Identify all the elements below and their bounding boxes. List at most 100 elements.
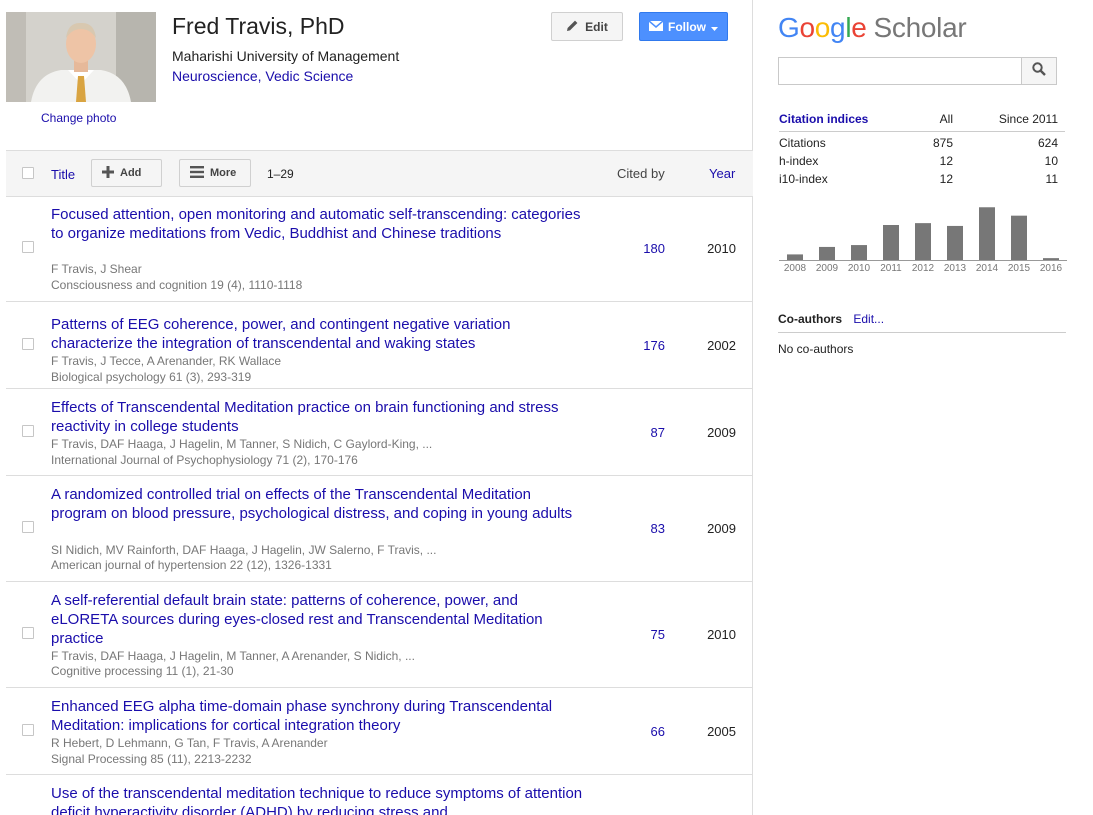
chart-bar-2010[interactable] bbox=[851, 245, 867, 260]
article-row: A randomized controlled trial on effects… bbox=[6, 476, 753, 582]
article-venue: Cognitive processing 11 (1), 21-30 bbox=[51, 664, 234, 678]
article-row: Effects of Transcendental Meditation pra… bbox=[6, 389, 753, 476]
article-venue: American journal of hypertension 22 (12)… bbox=[51, 558, 332, 572]
article-year: 2009 bbox=[707, 425, 736, 440]
envelope-icon bbox=[648, 19, 664, 34]
article-title-link[interactable]: A randomized controlled trial on effects… bbox=[51, 485, 586, 523]
interest-link-vedic-science[interactable]: Vedic Science bbox=[265, 68, 353, 84]
sort-by-title-link[interactable]: Title bbox=[51, 167, 75, 182]
article-row: Focused attention, open monitoring and a… bbox=[6, 197, 753, 302]
no-coauthors-text: No co-authors bbox=[778, 342, 854, 356]
more-actions-button[interactable]: More bbox=[179, 159, 251, 187]
index-label: Citations bbox=[779, 136, 826, 150]
article-cited-by-link[interactable]: 180 bbox=[643, 241, 665, 256]
index-label: i10-index bbox=[779, 172, 828, 186]
profile-photo[interactable] bbox=[6, 12, 156, 102]
logo-letter: o bbox=[799, 12, 815, 43]
coauthors-heading: Co-authors bbox=[778, 312, 842, 326]
scholar-profile-page: Change photo Fred Travis, PhD Maharishi … bbox=[0, 0, 1093, 815]
article-title-link[interactable]: A self-referential default brain state: … bbox=[51, 591, 586, 648]
sort-by-year-link[interactable]: Year bbox=[709, 166, 735, 181]
article-authors: F Travis, DAF Haaga, J Hagelin, M Tanner… bbox=[51, 437, 433, 451]
chart-bar-2008[interactable] bbox=[787, 254, 803, 260]
article-checkbox[interactable] bbox=[22, 425, 34, 437]
article-venue: Consciousness and cognition 19 (4), 1110… bbox=[51, 278, 303, 292]
chart-bar-2015[interactable] bbox=[1011, 215, 1027, 260]
citation-indices-table: Citation indices All Since 2011 Citation… bbox=[779, 111, 1065, 186]
select-all-checkbox[interactable] bbox=[22, 167, 34, 179]
change-photo-link[interactable]: Change photo bbox=[41, 111, 116, 125]
article-title-link[interactable]: Use of the transcendental meditation tec… bbox=[51, 784, 586, 815]
scholar-search-input[interactable] bbox=[778, 57, 1022, 85]
chart-tick-label-2015: 2015 bbox=[1008, 263, 1031, 274]
articles-toolbar: Title Add More 1–29 Cited by Year bbox=[6, 150, 753, 197]
article-venue: Biological psychology 61 (3), 293-319 bbox=[51, 370, 252, 384]
article-cited-by-link[interactable]: 176 bbox=[643, 338, 665, 353]
article-cited-by-link[interactable]: 66 bbox=[651, 724, 665, 739]
add-button-label: Add bbox=[120, 167, 142, 179]
article-cited-by-link[interactable]: 75 bbox=[651, 627, 665, 642]
citation-indices-heading[interactable]: Citation indices bbox=[779, 112, 868, 126]
article-checkbox[interactable] bbox=[22, 338, 34, 350]
interest-link-neuroscience[interactable]: Neuroscience bbox=[172, 68, 258, 84]
follow-button-label: Follow bbox=[668, 19, 706, 34]
article-checkbox[interactable] bbox=[22, 724, 34, 736]
google-scholar-logo[interactable]: Google Scholar bbox=[778, 12, 967, 44]
logo-letter: e bbox=[851, 12, 867, 43]
article-checkbox[interactable] bbox=[22, 241, 34, 253]
article-year: 2010 bbox=[707, 241, 736, 256]
article-title-link[interactable]: Effects of Transcendental Meditation pra… bbox=[51, 398, 586, 436]
article-row: Use of the transcendental meditation tec… bbox=[6, 775, 753, 815]
follow-button[interactable]: Follow bbox=[639, 12, 728, 41]
chart-tick-label-2010: 2010 bbox=[848, 263, 871, 274]
chart-bar-2016[interactable] bbox=[1043, 258, 1059, 260]
article-title-link[interactable]: Enhanced EEG alpha time-domain phase syn… bbox=[51, 697, 586, 735]
chart-tick-label-2011: 2011 bbox=[880, 263, 902, 274]
plus-icon bbox=[102, 165, 114, 181]
chart-tick-label-2016: 2016 bbox=[1040, 263, 1063, 274]
logo-letter: o bbox=[814, 12, 831, 43]
chart-tick-label-2012: 2012 bbox=[912, 263, 935, 274]
article-authors: SI Nidich, MV Rainforth, DAF Haaga, J Ha… bbox=[51, 543, 437, 557]
article-cited-by-link[interactable]: 83 bbox=[651, 521, 665, 536]
citation-indices-header: Citation indices All Since 2011 bbox=[779, 111, 1065, 132]
citations-per-year-chart: 2008 2009 2010 2011 2012 2013 2014 2015 2016 bbox=[779, 207, 1067, 274]
caret-down-icon bbox=[711, 20, 718, 34]
article-checkbox[interactable] bbox=[22, 521, 34, 533]
chart-bar-2009[interactable] bbox=[819, 246, 835, 260]
chart-tick-label-2009: 2009 bbox=[816, 263, 839, 274]
profile-interests: Neuroscience, Vedic Science bbox=[172, 68, 353, 84]
search-button[interactable] bbox=[1021, 57, 1057, 85]
article-year: 2009 bbox=[707, 521, 736, 536]
chart-bar-2012[interactable] bbox=[915, 223, 931, 260]
logo-scholar-word: Scholar bbox=[873, 12, 967, 43]
profile-main-column: Change photo Fred Travis, PhD Maharishi … bbox=[0, 0, 753, 815]
article-authors: R Hebert, D Lehmann, G Tan, F Travis, A … bbox=[51, 736, 328, 750]
article-title-link[interactable]: Patterns of EEG coherence, power, and co… bbox=[51, 315, 586, 353]
edit-profile-button[interactable]: Edit bbox=[551, 12, 623, 41]
column-since-header: Since 2011 bbox=[998, 112, 1058, 126]
index-all-value: 12 bbox=[939, 172, 953, 186]
article-range: 1–29 bbox=[267, 167, 294, 181]
cited-by-column-header[interactable]: Cited by bbox=[617, 166, 665, 181]
add-article-button[interactable]: Add bbox=[91, 159, 162, 187]
article-year: 2002 bbox=[707, 338, 736, 353]
article-checkbox[interactable] bbox=[22, 627, 34, 639]
article-year: 2005 bbox=[707, 724, 736, 739]
column-all-header: All bbox=[939, 112, 953, 126]
article-authors: F Travis, J Shear bbox=[51, 262, 142, 276]
chart-bar-2014[interactable] bbox=[979, 207, 995, 260]
article-venue: International Journal of Psychophysiolog… bbox=[51, 453, 358, 467]
menu-lines-icon bbox=[190, 165, 204, 181]
article-row: Patterns of EEG coherence, power, and co… bbox=[6, 302, 753, 389]
chart-bar-2013[interactable] bbox=[947, 225, 963, 260]
chart-bar-2011[interactable] bbox=[883, 225, 899, 260]
citation-row-citations: Citations 875 624 bbox=[779, 132, 1065, 150]
edit-coauthors-link[interactable]: Edit... bbox=[853, 312, 884, 326]
article-row: Enhanced EEG alpha time-domain phase syn… bbox=[6, 688, 753, 775]
article-cited-by-link[interactable]: 87 bbox=[651, 425, 665, 440]
article-row: A self-referential default brain state: … bbox=[6, 582, 753, 688]
article-authors: F Travis, DAF Haaga, J Hagelin, M Tanner… bbox=[51, 649, 415, 663]
article-venue: Signal Processing 85 (11), 2213-2232 bbox=[51, 752, 252, 766]
article-title-link[interactable]: Focused attention, open monitoring and a… bbox=[51, 205, 586, 243]
